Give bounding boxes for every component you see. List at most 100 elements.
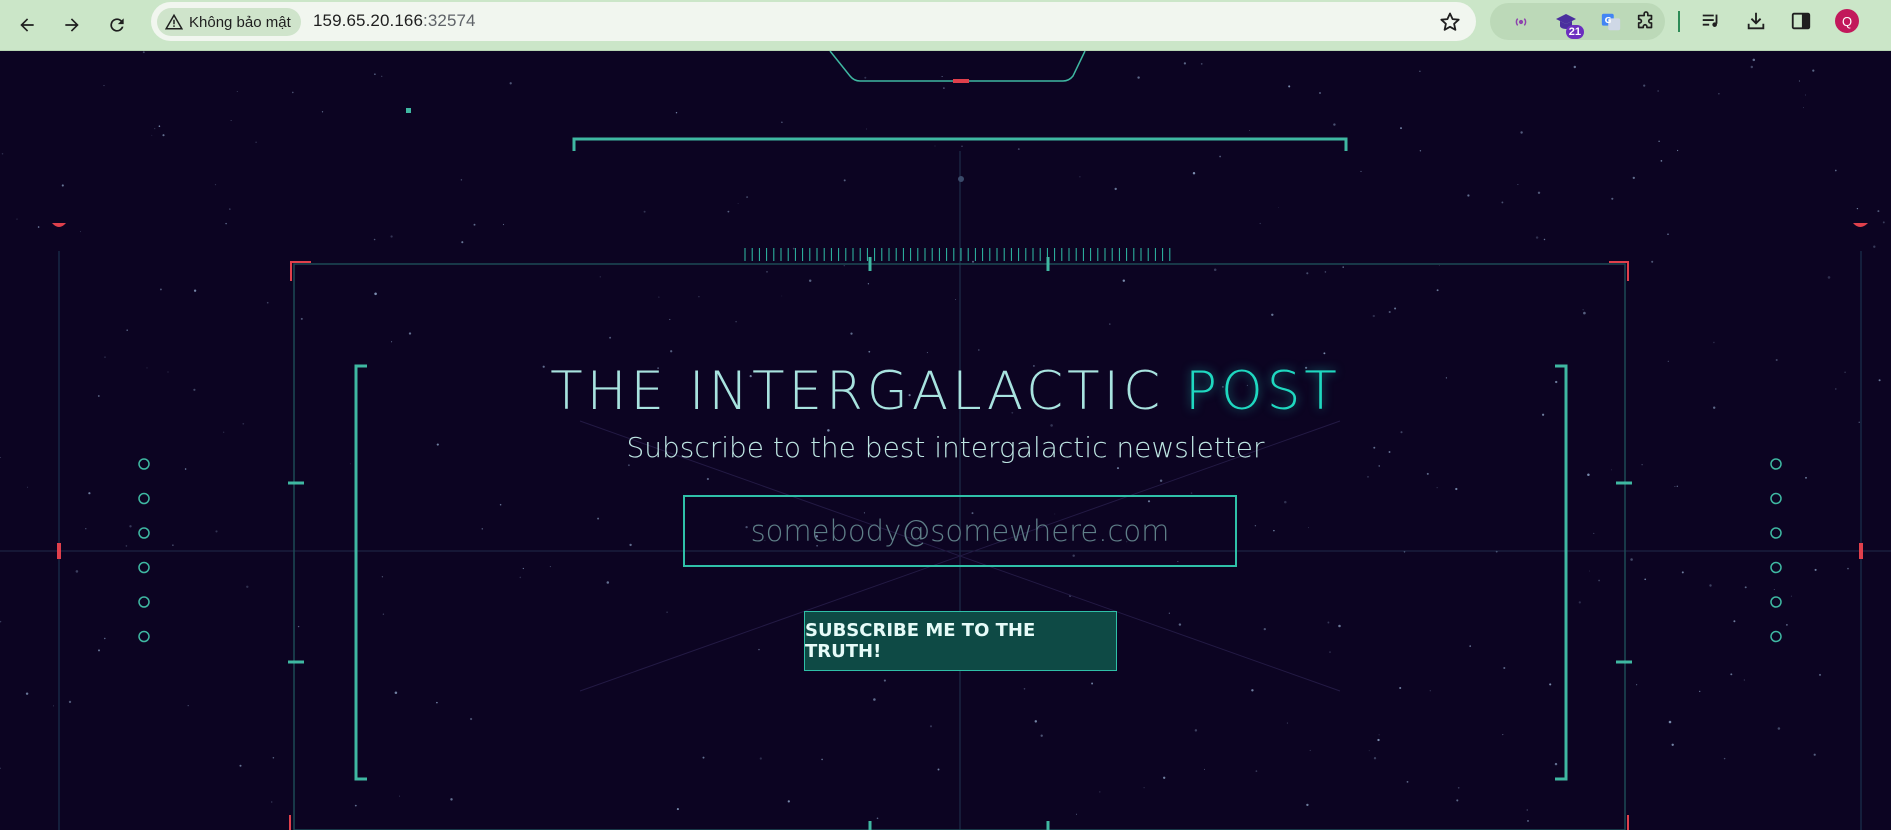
star bbox=[399, 795, 400, 797]
star bbox=[1611, 197, 1614, 200]
star bbox=[1219, 155, 1221, 158]
star-icon[interactable] bbox=[1438, 10, 1462, 34]
star bbox=[627, 464, 630, 467]
back-button[interactable] bbox=[11, 9, 43, 41]
star bbox=[606, 581, 610, 584]
star bbox=[1076, 813, 1077, 815]
broadcast-extension[interactable] bbox=[1508, 9, 1534, 35]
title-accent: POST bbox=[1185, 361, 1341, 422]
star bbox=[864, 76, 867, 79]
star bbox=[1827, 276, 1831, 279]
star bbox=[390, 235, 393, 238]
star bbox=[1307, 527, 1309, 529]
right-rail-marker bbox=[1859, 543, 1863, 559]
star bbox=[374, 73, 376, 76]
star bbox=[1399, 686, 1402, 690]
email-field[interactable] bbox=[683, 495, 1237, 567]
forward-button[interactable] bbox=[56, 9, 88, 41]
star bbox=[1306, 272, 1309, 275]
extensions-menu-button[interactable] bbox=[1633, 9, 1659, 35]
download-button[interactable] bbox=[1743, 8, 1769, 34]
star bbox=[1373, 757, 1377, 760]
star bbox=[266, 301, 269, 304]
page-viewport: THE INTERGALACTIC POST Subscribe to the … bbox=[0, 51, 1891, 830]
star bbox=[1786, 624, 1788, 626]
star bbox=[934, 145, 936, 147]
star bbox=[499, 503, 502, 506]
star bbox=[1730, 673, 1733, 676]
star bbox=[1163, 776, 1166, 779]
star bbox=[242, 422, 245, 425]
star bbox=[239, 764, 242, 767]
star bbox=[1699, 690, 1701, 693]
warning-icon bbox=[165, 13, 183, 30]
star bbox=[1535, 236, 1539, 239]
cap-extension[interactable]: 21 bbox=[1553, 9, 1584, 39]
star bbox=[187, 704, 189, 707]
star bbox=[643, 210, 646, 213]
address-bar[interactable]: Không bảo mật 159.65.20.166:32574 bbox=[151, 2, 1476, 41]
extension-badge: 21 bbox=[1565, 25, 1584, 39]
star bbox=[321, 111, 324, 113]
star bbox=[1378, 734, 1380, 736]
star bbox=[460, 179, 463, 181]
star bbox=[1254, 525, 1257, 527]
star bbox=[1467, 194, 1470, 197]
star bbox=[1429, 690, 1431, 692]
star bbox=[876, 817, 879, 820]
star bbox=[1578, 601, 1581, 604]
star bbox=[926, 352, 928, 354]
side-circle bbox=[138, 561, 150, 574]
star bbox=[1023, 688, 1026, 690]
star bbox=[1109, 323, 1111, 325]
star bbox=[1091, 682, 1094, 685]
star bbox=[1777, 727, 1781, 730]
star bbox=[1658, 140, 1660, 142]
star bbox=[1377, 738, 1380, 742]
security-indicator[interactable]: Không bảo mật bbox=[157, 8, 301, 36]
star bbox=[1877, 210, 1880, 213]
star bbox=[1273, 529, 1275, 532]
star bbox=[272, 757, 275, 759]
title-main: THE INTERGALACTIC bbox=[550, 361, 1186, 422]
star bbox=[1527, 819, 1529, 822]
star bbox=[374, 292, 377, 296]
center-dot bbox=[958, 176, 964, 182]
star bbox=[215, 530, 218, 533]
star bbox=[1503, 666, 1506, 670]
inner-bracket-left bbox=[354, 364, 367, 781]
star bbox=[1378, 465, 1380, 467]
profile-avatar[interactable]: Q bbox=[1835, 9, 1859, 33]
star bbox=[519, 576, 522, 579]
side-circle bbox=[1770, 527, 1782, 539]
inner-bracket-right bbox=[1555, 364, 1568, 781]
side-panel-button[interactable] bbox=[1788, 8, 1814, 34]
url-text[interactable]: 159.65.20.166:32574 bbox=[313, 11, 476, 31]
star bbox=[1368, 750, 1370, 752]
star bbox=[27, 486, 28, 488]
star bbox=[1750, 65, 1754, 69]
media-queue-button[interactable] bbox=[1698, 8, 1724, 34]
star bbox=[522, 567, 524, 570]
translate-extension[interactable]: G bbox=[1598, 9, 1624, 35]
star bbox=[1050, 424, 1053, 427]
star bbox=[1773, 588, 1775, 591]
star bbox=[1338, 624, 1341, 628]
page-title: THE INTERGALACTIC POST bbox=[0, 361, 1891, 422]
star bbox=[1284, 500, 1287, 504]
star bbox=[1813, 753, 1816, 756]
star bbox=[1436, 487, 1438, 489]
reload-button[interactable] bbox=[101, 9, 133, 41]
star bbox=[867, 283, 870, 285]
star bbox=[666, 611, 668, 614]
star bbox=[88, 492, 91, 495]
star bbox=[125, 545, 128, 547]
star bbox=[0, 620, 2, 623]
star bbox=[158, 125, 161, 127]
star bbox=[236, 91, 238, 92]
star bbox=[658, 296, 660, 298]
star bbox=[1713, 341, 1715, 344]
star bbox=[1667, 233, 1669, 235]
star bbox=[1583, 311, 1586, 315]
subscribe-button[interactable]: SUBSCRIBE ME TO THE TRUTH! bbox=[804, 611, 1117, 671]
